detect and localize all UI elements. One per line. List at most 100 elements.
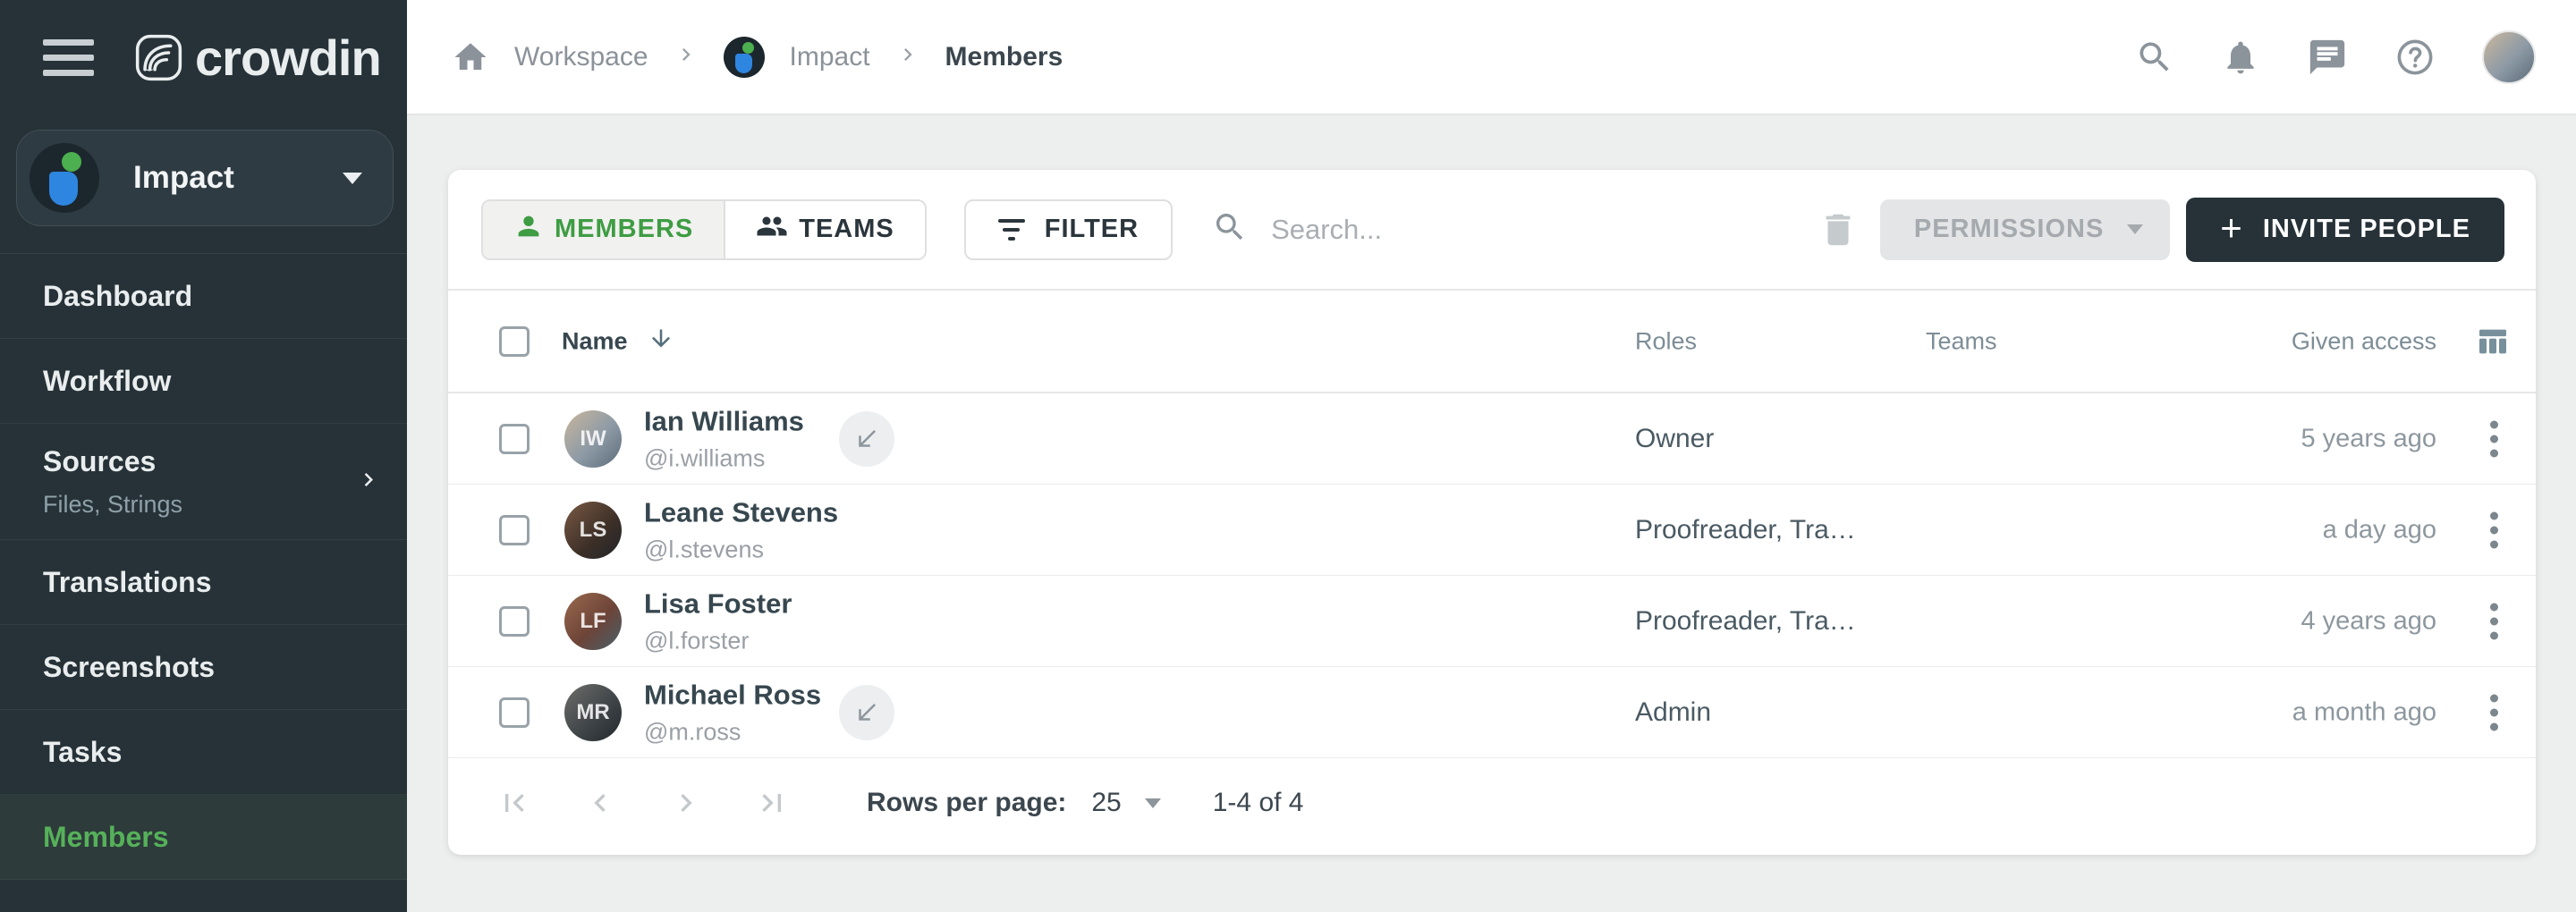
crowdin-logo-icon: [135, 34, 182, 81]
member-roles: Admin: [1635, 697, 1711, 728]
member-avatar: LS: [564, 502, 622, 559]
sidebar-item-sources[interactable]: Sources Files, Strings: [0, 424, 407, 540]
member-given-access: 5 years ago: [2301, 424, 2436, 453]
help-icon[interactable]: [2394, 37, 2436, 78]
member-username: @l.stevens: [644, 536, 838, 563]
breadcrumb-page: Members: [945, 42, 1063, 72]
last-login-arrow-badge[interactable]: [839, 411, 894, 467]
member-roles: Owner: [1635, 424, 1714, 454]
table-row: MR Michael Ross @m.ross Admin a month ag…: [448, 667, 2536, 758]
chevron-down-icon: [343, 173, 362, 184]
member-name-block: Lisa Foster @l.forster: [644, 587, 792, 654]
first-page-icon[interactable]: [496, 785, 532, 821]
tab-members[interactable]: MEMBERS: [483, 201, 725, 258]
member-given-access: a month ago: [2292, 697, 2436, 727]
sidebar-item-workflow[interactable]: Workflow: [0, 339, 407, 424]
sidebar: crowdin Impact Dashboard Workflow Source…: [0, 0, 407, 912]
invite-people-button[interactable]: + INVITE PEOPLE: [2186, 198, 2504, 262]
member-username: @m.ross: [644, 718, 821, 746]
impact-project-icon: [30, 143, 99, 213]
breadcrumb: Workspace Impact Members: [452, 37, 2135, 78]
member-given-access: 4 years ago: [2301, 606, 2436, 636]
member-name[interactable]: Ian Williams: [644, 405, 804, 437]
column-settings-icon[interactable]: [2475, 324, 2511, 359]
sources-subtitle: Files, Strings: [43, 491, 407, 519]
people-icon: [756, 210, 788, 249]
tab-teams[interactable]: TEAMS: [725, 201, 925, 258]
rows-per-page-label: Rows per page:: [867, 788, 1066, 818]
member-name-block: Leane Stevens @l.stevens: [644, 496, 838, 563]
chevron-right-icon: [355, 466, 382, 497]
last-login-arrow-badge[interactable]: [839, 685, 894, 740]
last-page-icon[interactable]: [754, 785, 790, 821]
row-checkbox[interactable]: [499, 424, 530, 454]
home-icon[interactable]: [452, 38, 489, 76]
filter-button[interactable]: FILTER: [964, 199, 1173, 260]
sidebar-item-dashboard[interactable]: Dashboard: [0, 254, 407, 339]
user-avatar[interactable]: [2482, 30, 2536, 84]
messages-chat-icon[interactable]: [2307, 37, 2348, 78]
breadcrumb-workspace[interactable]: Workspace: [514, 42, 648, 72]
sidebar-header: crowdin: [0, 0, 407, 115]
pagination-range: 1-4 of 4: [1213, 788, 1304, 818]
search-icon: [1212, 209, 1248, 249]
row-menu-kebab-icon[interactable]: [2485, 415, 2504, 462]
row-checkbox[interactable]: [499, 606, 530, 637]
sidebar-item-members[interactable]: Members: [0, 795, 407, 880]
table-row: LF Lisa Foster @l.forster Proofreader, T…: [448, 576, 2536, 667]
menu-icon[interactable]: [43, 39, 94, 76]
member-avatar: MR: [564, 684, 622, 741]
chevron-right-icon: [674, 42, 699, 72]
members-table-body: IW Ian Williams @i.williams Owner 5 year…: [448, 393, 2536, 758]
pagination: Rows per page: 25 1-4 of 4: [448, 758, 2536, 848]
members-card: MEMBERS TEAMS FILTER: [448, 170, 2536, 855]
member-name[interactable]: Lisa Foster: [644, 587, 792, 620]
member-username: @l.forster: [644, 627, 792, 654]
topbar: Workspace Impact Members: [407, 0, 2576, 115]
row-menu-kebab-icon[interactable]: [2485, 688, 2504, 736]
row-menu-kebab-icon[interactable]: [2485, 506, 2504, 553]
column-header-given-access[interactable]: Given access: [2292, 327, 2436, 355]
next-page-icon[interactable]: [668, 785, 704, 821]
search-input[interactable]: [1271, 214, 1647, 246]
delete-trash-icon[interactable]: [1818, 209, 1859, 250]
crowdin-wordmark: crowdin: [195, 29, 381, 87]
chevron-down-icon: [2127, 224, 2143, 234]
sidebar-item-tasks[interactable]: Tasks: [0, 710, 407, 795]
previous-page-icon[interactable]: [582, 785, 618, 821]
row-menu-kebab-icon[interactable]: [2485, 597, 2504, 645]
person-icon: [513, 211, 544, 249]
member-name[interactable]: Leane Stevens: [644, 496, 838, 528]
chevron-right-icon: [895, 42, 920, 72]
table-row: IW Ian Williams @i.williams Owner 5 year…: [448, 393, 2536, 485]
pagination-nav: [496, 785, 790, 821]
member-avatar: IW: [564, 410, 622, 468]
topbar-actions: [2135, 30, 2536, 84]
table-row: LS Leane Stevens @l.stevens Proofreader,…: [448, 485, 2536, 576]
breadcrumb-project[interactable]: Impact: [790, 42, 870, 72]
notifications-bell-icon[interactable]: [2221, 38, 2260, 77]
project-selector[interactable]: Impact: [16, 130, 394, 226]
sidebar-item-translations[interactable]: Translations: [0, 540, 407, 625]
project-name: Impact: [133, 160, 343, 196]
column-header-name[interactable]: Name: [562, 325, 674, 358]
row-checkbox[interactable]: [499, 515, 530, 545]
members-toolbar: MEMBERS TEAMS FILTER: [448, 170, 2536, 289]
members-teams-tab-group: MEMBERS TEAMS: [481, 199, 927, 260]
crowdin-logo[interactable]: crowdin: [135, 29, 381, 87]
select-all-checkbox[interactable]: [499, 326, 530, 357]
member-name-block: Michael Ross @m.ross: [644, 679, 821, 746]
search-box: [1212, 209, 1818, 249]
sidebar-item-screenshots[interactable]: Screenshots: [0, 625, 407, 710]
member-given-access: a day ago: [2323, 515, 2436, 545]
member-roles: Proofreader, Tra…: [1635, 515, 1856, 545]
filter-icon: [998, 219, 1025, 241]
rows-per-page-select[interactable]: 25: [1091, 788, 1160, 818]
permissions-button[interactable]: PERMISSIONS: [1880, 199, 2170, 260]
column-header-teams[interactable]: Teams: [1926, 327, 1997, 355]
column-header-roles[interactable]: Roles: [1635, 327, 1697, 355]
search-icon[interactable]: [2135, 38, 2174, 77]
member-name-block: Ian Williams @i.williams: [644, 405, 804, 472]
member-name[interactable]: Michael Ross: [644, 679, 821, 711]
row-checkbox[interactable]: [499, 697, 530, 728]
